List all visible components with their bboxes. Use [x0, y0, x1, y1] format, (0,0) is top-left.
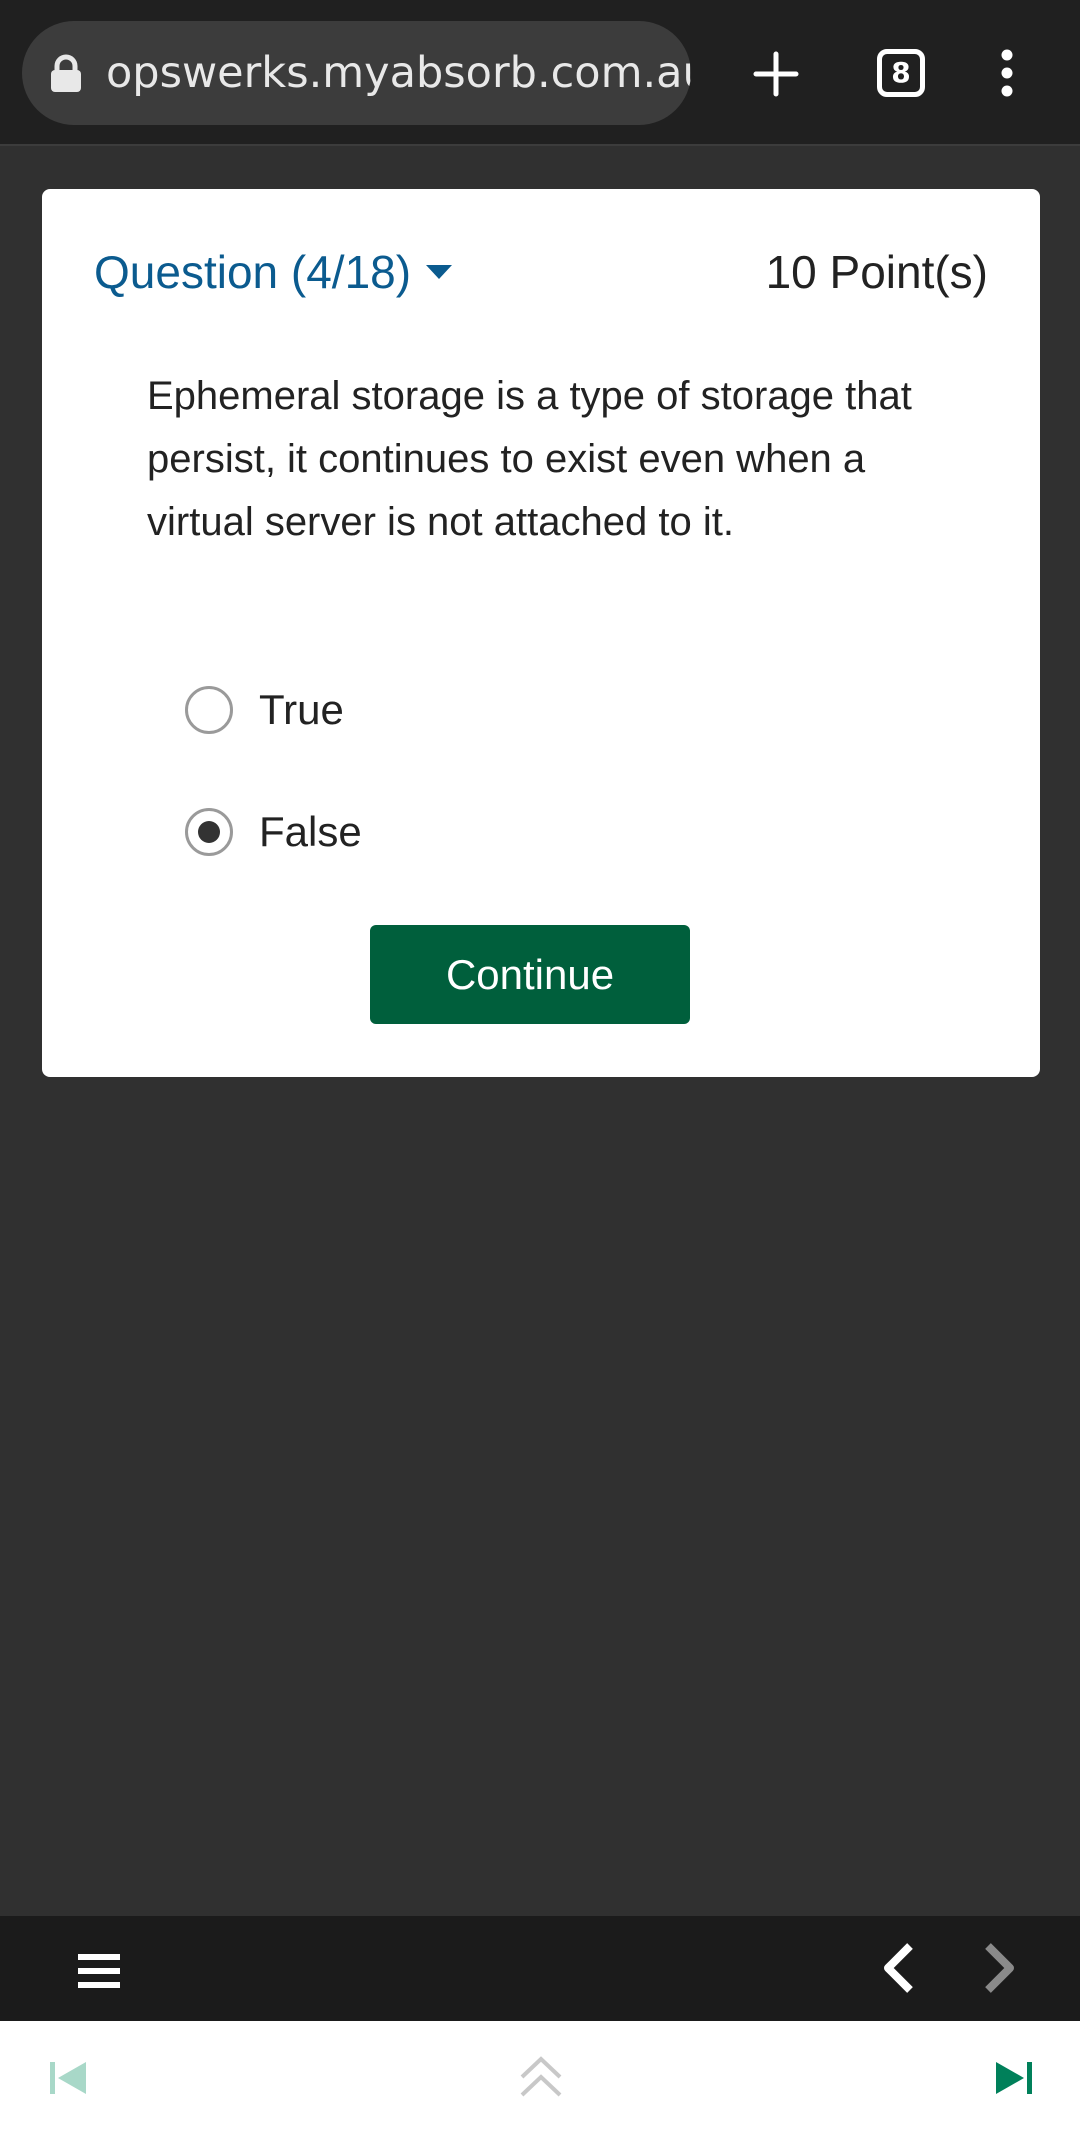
- points-label: 10 Point(s): [765, 246, 988, 298]
- browser-toolbar: opswerks.myabsorb.com.au 8: [0, 0, 1080, 146]
- double-chevron-up-icon[interactable]: [518, 2055, 564, 2099]
- url-text[interactable]: opswerks.myabsorb.com.au: [106, 21, 691, 125]
- radio-false[interactable]: [185, 808, 233, 856]
- chevron-right-icon[interactable]: [982, 1942, 1018, 1994]
- question-text: Ephemeral storage is a type of storage t…: [147, 374, 912, 544]
- option-true[interactable]: True: [185, 680, 344, 740]
- radio-true[interactable]: [185, 686, 233, 734]
- tabs-icon[interactable]: 8: [877, 49, 925, 97]
- option-false[interactable]: False: [185, 802, 362, 862]
- question-card: Question (4/18) 10 Point(s) Ephemeral st…: [42, 189, 1040, 1077]
- option-label-true: True: [259, 686, 344, 733]
- skip-first-icon[interactable]: [48, 2059, 88, 2097]
- caret-down-icon: [426, 265, 453, 279]
- continue-button[interactable]: Continue: [370, 925, 690, 1024]
- player-nav-bar: [0, 1916, 1080, 2021]
- address-bar[interactable]: opswerks.myabsorb.com.au: [22, 21, 691, 125]
- question-header-label: Question (4/18): [94, 246, 412, 298]
- hamburger-icon[interactable]: [78, 1952, 120, 1990]
- skip-last-icon[interactable]: [994, 2059, 1034, 2097]
- course-nav-bar: [0, 2021, 1080, 2131]
- lock-icon: [51, 54, 81, 92]
- chevron-left-icon[interactable]: [880, 1942, 916, 1994]
- question-selector[interactable]: Question (4/18): [94, 245, 453, 299]
- more-vert-icon[interactable]: [993, 48, 1021, 98]
- option-label-false: False: [259, 808, 362, 855]
- plus-icon[interactable]: [752, 50, 800, 98]
